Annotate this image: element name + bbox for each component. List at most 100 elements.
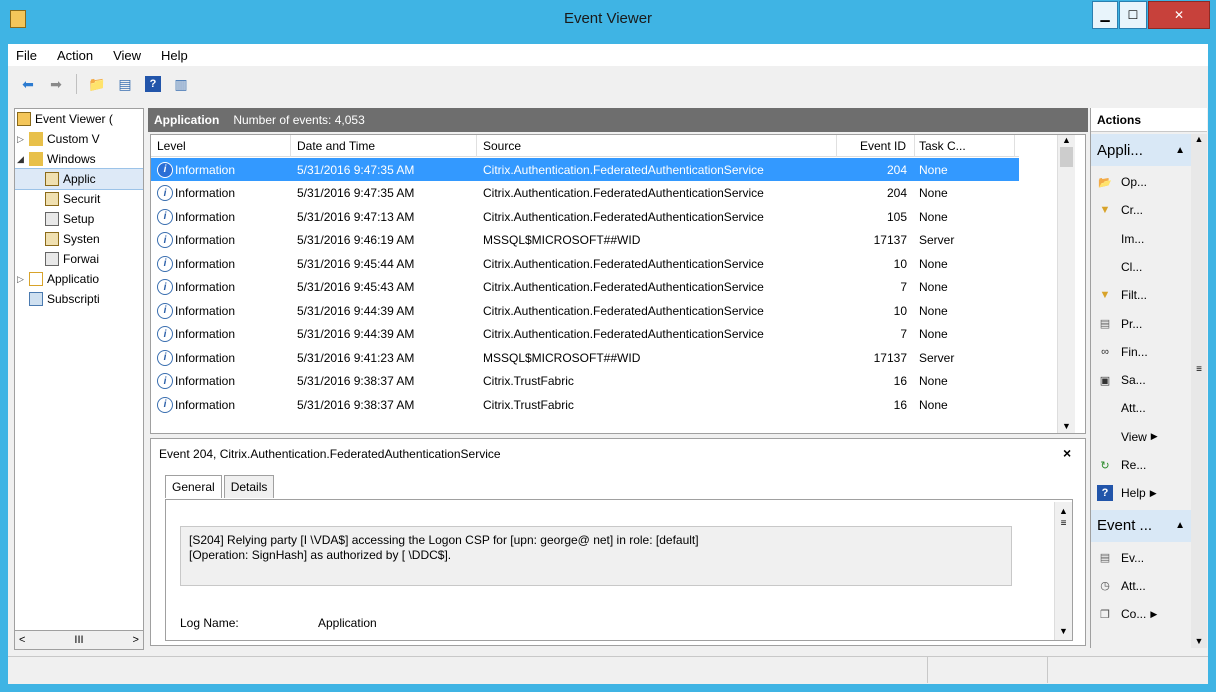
- clock-icon: ◷: [1100, 580, 1110, 593]
- column-header-task[interactable]: Task C...: [915, 135, 1015, 157]
- event-source: Citrix.Authentication.FederatedAuthentic…: [483, 186, 764, 200]
- event-row[interactable]: i Information 5/31/2016 9:44:39 AM Citrix.A…: [151, 323, 1019, 346]
- column-header-source[interactable]: Source: [477, 135, 837, 157]
- actions-title: Actions: [1091, 108, 1207, 132]
- event-date: 5/31/2016 9:38:37 AM: [297, 397, 415, 412]
- log-icon: [45, 252, 59, 266]
- properties-icon: ▤: [1099, 552, 1111, 565]
- event-task: None: [919, 209, 948, 224]
- event-row[interactable]: i Information 5/31/2016 9:47:35 AM Citrix.A…: [151, 182, 1019, 205]
- action-item[interactable]: ◷ Att...: [1091, 572, 1191, 600]
- blank-icon: [1097, 231, 1113, 247]
- menu-file[interactable]: File: [12, 46, 41, 65]
- menu-help[interactable]: Help: [157, 46, 192, 65]
- filter-icon: ▼: [1099, 289, 1111, 302]
- event-row[interactable]: i Information 5/31/2016 9:45:44 AM Citrix.A…: [151, 252, 1019, 275]
- action-item[interactable]: ↻ Re...: [1091, 451, 1191, 479]
- show-hide-actions-button[interactable]: ▥: [169, 72, 193, 96]
- properties-icon: ▤: [1099, 318, 1111, 330]
- action-label: View: [1121, 429, 1147, 444]
- event-row[interactable]: i Information 5/31/2016 9:47:13 AM Citrix.A…: [151, 205, 1019, 228]
- event-task: None: [919, 162, 948, 177]
- action-item[interactable]: ∞ Fin...: [1091, 338, 1191, 366]
- actions-vertical-scrollbar[interactable]: ▲ ≡ ▼: [1191, 134, 1207, 648]
- maximize-button[interactable]: ☐: [1119, 1, 1147, 29]
- event-row[interactable]: i Information 5/31/2016 9:41:23 AM MSSQL$MI…: [151, 346, 1019, 369]
- event-row[interactable]: i Information 5/31/2016 9:47:35 AM Citrix.A…: [151, 158, 1019, 181]
- status-cell: [1048, 657, 1208, 683]
- event-source: MSSQL$MICROSOFT##WID: [483, 233, 641, 247]
- action-item[interactable]: ▤ Pr...: [1091, 310, 1191, 338]
- action-item[interactable]: ▼ Cr...: [1091, 196, 1191, 224]
- close-button[interactable]: ✕: [1148, 1, 1210, 29]
- action-item[interactable]: 📂 Op...: [1091, 168, 1191, 196]
- column-header-event-id[interactable]: Event ID: [837, 135, 915, 157]
- tree-item-subscriptions[interactable]: Subscripti: [15, 289, 143, 309]
- event-date: 5/31/2016 9:45:44 AM: [297, 256, 415, 271]
- tree-item-custom-views[interactable]: ▷ Custom V: [15, 129, 143, 149]
- event-row[interactable]: i Information 5/31/2016 9:38:37 AM Citrix.T…: [151, 370, 1019, 393]
- event-level-text: Information: [175, 327, 236, 341]
- column-header-date[interactable]: Date and Time: [291, 135, 477, 157]
- detail-vertical-scrollbar[interactable]: ▲ ≡ ▼: [1054, 502, 1072, 640]
- forward-button[interactable]: ➡: [44, 72, 68, 96]
- event-row[interactable]: i Information 5/31/2016 9:46:19 AM MSSQL$MI…: [151, 229, 1019, 252]
- minimize-button[interactable]: ▁: [1092, 1, 1118, 29]
- actions-section-event[interactable]: Event ... ▲: [1091, 509, 1191, 542]
- folder-icon: [29, 272, 43, 286]
- action-item[interactable]: ? Help ▶: [1091, 479, 1191, 507]
- event-message[interactable]: [S204] Relying party [I \VDA$] accessing…: [180, 526, 1012, 586]
- scroll-down-icon: ▼: [1059, 626, 1068, 636]
- event-row[interactable]: i Information 5/31/2016 9:38:37 AM Citrix.T…: [151, 393, 1019, 416]
- event-level: i Information: [151, 302, 291, 319]
- action-item[interactable]: ▼ Filt...: [1091, 281, 1191, 309]
- column-header-level[interactable]: Level: [151, 135, 291, 157]
- up-folder-button[interactable]: 📁: [85, 72, 109, 96]
- event-task: Server: [919, 233, 955, 247]
- log-icon: [45, 232, 59, 246]
- event-id: 10: [893, 256, 907, 271]
- tree-horizontal-scrollbar[interactable]: < III >: [14, 630, 144, 650]
- tree-item-event-viewer[interactable]: Event Viewer (: [15, 109, 143, 129]
- tree-item-application[interactable]: Applic: [15, 168, 143, 190]
- action-label: Sa...: [1121, 373, 1146, 388]
- menu-action[interactable]: Action: [53, 46, 97, 65]
- event-row[interactable]: i Information 5/31/2016 9:45:43 AM Citrix.A…: [151, 276, 1019, 299]
- action-item[interactable]: ▤ Ev...: [1091, 544, 1191, 572]
- actions-section-application[interactable]: Appli... ▲: [1091, 134, 1191, 166]
- event-source: Citrix.Authentication.FederatedAuthentic…: [483, 256, 764, 271]
- event-level-text: Information: [175, 280, 236, 294]
- help-button[interactable]: ?: [141, 72, 165, 96]
- action-item[interactable]: Im...: [1091, 225, 1191, 253]
- action-item[interactable]: ❐ Co... ▶: [1091, 600, 1191, 628]
- event-level: i Information: [151, 208, 291, 225]
- menu-view[interactable]: View: [109, 46, 145, 65]
- window-client: File Action View Help ⬅ ➡ 📁 ▤ ? ▥ Event …: [8, 44, 1208, 684]
- event-row[interactable]: i Information 5/31/2016 9:44:39 AM Citrix.A…: [151, 299, 1019, 322]
- action-pane-icon: ▥: [174, 75, 188, 92]
- tree-item-applications-services[interactable]: ▷ Applicatio: [15, 269, 143, 289]
- tree-item-forwarded[interactable]: Forwai: [15, 249, 143, 269]
- back-button[interactable]: ⬅: [16, 72, 40, 96]
- detail-close-icon[interactable]: ×: [1063, 445, 1071, 461]
- grid-vertical-scrollbar[interactable]: ▲ ▼: [1057, 135, 1075, 433]
- show-hide-tree-button[interactable]: ▤: [113, 72, 137, 96]
- tree-item-windows-logs[interactable]: ◢ Windows: [15, 149, 143, 169]
- tab-general[interactable]: General: [165, 475, 222, 498]
- action-item[interactable]: Cl...: [1091, 253, 1191, 281]
- scroll-thumb[interactable]: [1060, 147, 1073, 167]
- status-cell: [8, 657, 928, 683]
- tree-item-setup[interactable]: Setup: [15, 209, 143, 229]
- action-item[interactable]: Att...: [1091, 394, 1191, 422]
- tree-item-system[interactable]: Systen: [15, 229, 143, 249]
- tab-details[interactable]: Details: [223, 475, 275, 498]
- tree-item-security[interactable]: Securit: [15, 189, 143, 209]
- center-pane: Application Number of events: 4,053 Leve…: [148, 108, 1088, 648]
- action-item[interactable]: View ▶: [1091, 423, 1191, 451]
- event-id: 17137: [873, 233, 907, 247]
- event-id: 7: [900, 327, 907, 341]
- log-header: Application Number of events: 4,053: [148, 108, 1088, 132]
- action-item[interactable]: ▣ Sa...: [1091, 366, 1191, 394]
- action-label: Op...: [1121, 175, 1148, 189]
- event-source: Citrix.Authentication.FederatedAuthentic…: [483, 162, 764, 177]
